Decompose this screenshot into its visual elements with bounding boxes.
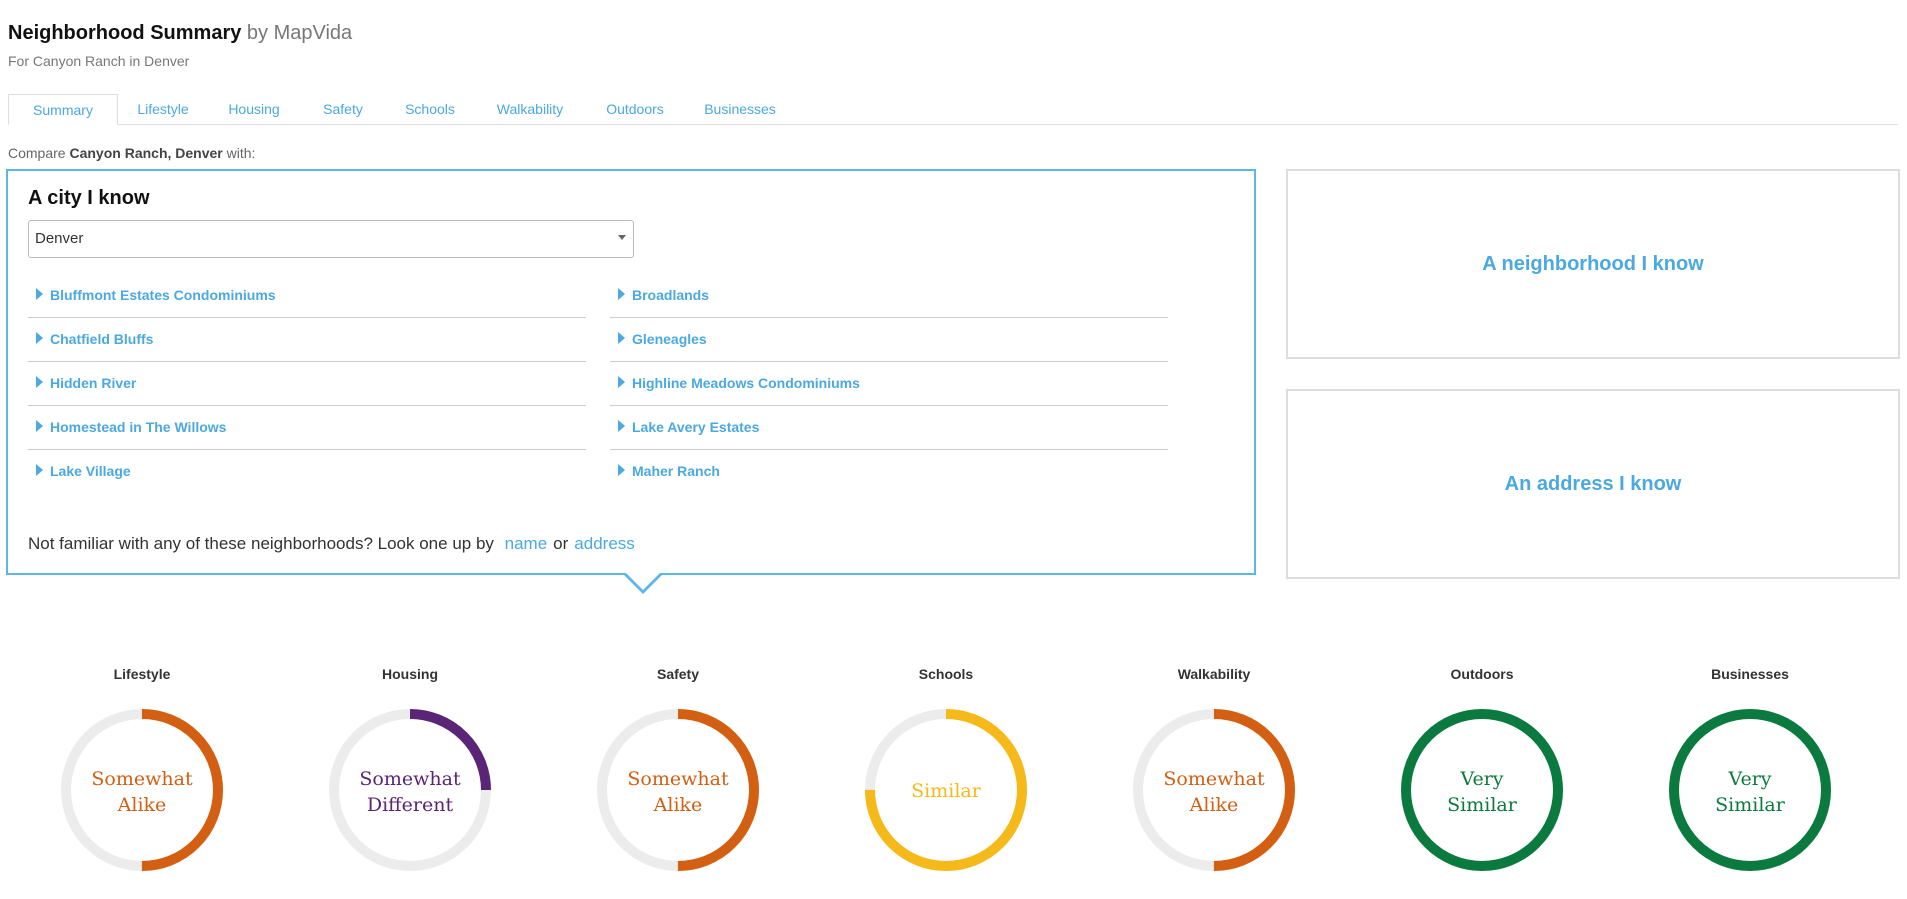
tab-businesses[interactable]: Businesses [690,94,790,124]
gauge-ring: Somewhat Alike [61,709,223,871]
neighborhood-label: Bluffmont Estates Condominiums [50,287,276,303]
panel-pointer-fill [625,572,661,590]
neighborhood-item[interactable]: Lake Village [28,450,586,494]
gauge-schools[interactable]: Schools Similar [846,666,1046,878]
tab-schools[interactable]: Schools [390,94,470,124]
neighborhood-item[interactable]: Chatfield Bluffs [28,318,586,362]
tab-lifestyle[interactable]: Lifestyle [120,94,206,124]
neighborhood-label: Broadlands [632,287,710,303]
triangle-right-icon [36,420,43,432]
gauge-arc [1401,709,1563,871]
gauge-ring: Somewhat Alike [597,709,759,871]
gauge-ring: Somewhat Different [329,709,491,871]
tab-outdoors[interactable]: Outdoors [590,94,680,124]
page-header: Neighborhood Summary by MapVida For Cany… [8,22,352,69]
gauge-businesses[interactable]: Businesses Very Similar [1650,666,1850,878]
neighborhood-item[interactable]: Homestead in The Willows [28,406,586,450]
triangle-right-icon [36,288,43,300]
neighborhood-label: Lake Avery Estates [632,419,760,435]
gauge-walkability[interactable]: Walkability Somewhat Alike [1114,666,1314,878]
gauge-value-text: Similar [911,780,982,802]
compare-suffix: with: [226,145,256,161]
neighborhood-label: Lake Village [50,463,131,479]
gauge-value-text: Somewhat [1163,768,1265,790]
gauge-value-text: Similar [1715,794,1786,816]
address-compare-card[interactable]: An address I know [1286,389,1900,579]
neighborhood-item[interactable]: Broadlands [610,274,1168,318]
caret-down-icon [618,235,626,240]
gauge-label: Housing [382,666,438,682]
triangle-right-icon [618,332,625,344]
neighborhood-item[interactable]: Lake Avery Estates [610,406,1168,450]
neighborhood-item[interactable]: Hidden River [28,362,586,406]
lookup-or: or [553,534,569,553]
neighborhood-label: Chatfield Bluffs [50,331,154,347]
city-select[interactable]: Denver [28,220,634,258]
gauge-ring: Very Similar [1401,709,1563,871]
tab-housing[interactable]: Housing [213,94,295,124]
gauge-safety[interactable]: Safety Somewhat Alike [578,666,778,878]
city-panel-heading: A city I know [28,187,150,209]
triangle-right-icon [618,420,625,432]
gauge-outdoors[interactable]: Outdoors Very Similar [1382,666,1582,878]
gauge-label: Schools [918,666,974,682]
page-title: Neighborhood Summary by MapVida [8,22,352,45]
neighborhood-label: Highline Meadows Condominiums [632,375,860,391]
neighborhood-item[interactable]: Gleneagles [610,318,1168,362]
address-compare-label: An address I know [1504,472,1682,495]
neighborhood-item[interactable]: Maher Ranch [610,450,1168,494]
gauge-value-text: Alike [653,794,703,816]
triangle-right-icon [36,464,43,476]
page-title-brand: by MapVida [246,22,353,44]
compare-caption: Compare Canyon Ranch, Denver with: [8,145,255,161]
gauge-arc [1669,709,1831,871]
gauge-value-text: Similar [1447,794,1518,816]
triangle-right-icon [36,332,43,344]
gauge-label: Safety [656,666,700,682]
gauge-value-text: Alike [117,794,167,816]
tab-walkability[interactable]: Walkability [480,94,580,124]
compare-place: Canyon Ranch, Denver [69,145,223,161]
gauge-value-text: Somewhat [627,768,729,790]
gauge-value-text: Different [367,794,454,816]
lookup-line: Not familiar with any of these neighborh… [28,534,641,554]
gauge-ring: Similar [865,709,1027,871]
gauge-ring: Somewhat Alike [1133,709,1295,871]
gauge-ring: Very Similar [1669,709,1831,871]
gauge-value-text: Very [1727,768,1771,790]
lookup-text: Not familiar with any of these neighborh… [28,534,494,553]
gauge-value-text: Somewhat [359,768,461,790]
compare-prefix: Compare [8,145,66,161]
gauge-label: Walkability [1177,666,1251,682]
triangle-right-icon [618,376,625,388]
lookup-by-name-link[interactable]: name [505,534,548,553]
neighborhood-item[interactable]: Highline Meadows Condominiums [610,362,1168,406]
neighborhood-label: Gleneagles [632,331,707,347]
tab-bar: Summary Lifestyle Housing Safety Schools… [8,94,1898,125]
triangle-right-icon [618,464,625,476]
gauge-value-text: Very [1459,768,1503,790]
city-compare-panel: A city I know Denver Bluffmont Estates C… [6,169,1256,575]
neighborhood-label: Maher Ranch [632,463,720,479]
gauge-value-text: Alike [1189,794,1239,816]
neighborhood-compare-card[interactable]: A neighborhood I know [1286,169,1900,359]
neighborhood-item[interactable]: Bluffmont Estates Condominiums [28,274,586,318]
page-title-main: Neighborhood Summary [8,22,242,44]
page-subtitle: For Canyon Ranch in Denver [8,53,190,69]
gauge-lifestyle[interactable]: Lifestyle Somewhat Alike [42,666,242,878]
lookup-by-address-link[interactable]: address [574,534,634,553]
triangle-right-icon [618,288,625,300]
tab-safety[interactable]: Safety [308,94,378,124]
neighborhood-label: Homestead in The Willows [50,419,227,435]
gauge-housing[interactable]: Housing Somewhat Different [310,666,510,878]
gauge-label: Lifestyle [113,666,171,682]
neighborhood-label: Hidden River [50,375,137,391]
gauge-value-text: Somewhat [91,768,193,790]
city-select-value: Denver [35,230,84,247]
gauge-label: Businesses [1711,666,1789,682]
triangle-right-icon [36,376,43,388]
neighborhood-compare-label: A neighborhood I know [1482,252,1704,275]
tab-summary[interactable]: Summary [8,94,118,125]
gauge-label: Outdoors [1450,666,1514,682]
